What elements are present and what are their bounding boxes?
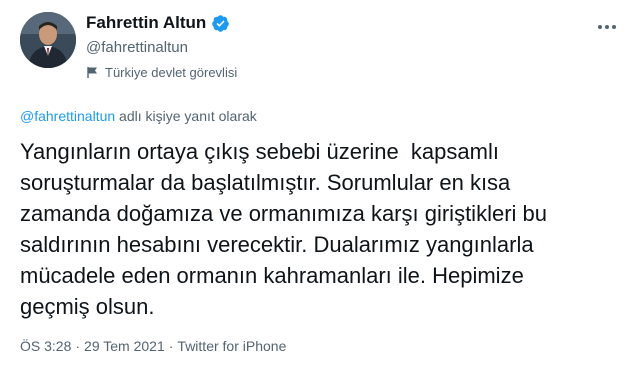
tweet-meta: ÖS 3:28 · 29 Tem 2021 · Twitter for iPhone	[20, 338, 286, 354]
user-handle[interactable]: @fahrettinaltun	[86, 39, 188, 56]
tweet-text-line: geçmiş olsun.	[20, 294, 155, 319]
reply-suffix: adlı kişiye yanıt olarak	[115, 108, 257, 124]
tweet-text-line: zamanda doğamıza ve ormanımıza karşı gir…	[20, 201, 547, 226]
tweet-text: Yangınların ortaya çıkış sebebi üzerine …	[20, 136, 620, 322]
tweet-source[interactable]: Twitter for iPhone	[177, 338, 286, 354]
meta-separator: ·	[75, 338, 81, 354]
flag-icon	[86, 66, 99, 79]
account-label: Türkiye devlet görevlisi	[86, 65, 237, 80]
tweet-text-line: saldırının hesabını verecektir. Dualarım…	[20, 232, 534, 257]
tweet-date[interactable]: 29 Tem 2021	[84, 338, 165, 354]
reply-mention-link[interactable]: @fahrettinaltun	[20, 108, 115, 124]
tweet-text-line: Yangınların ortaya çıkış sebebi üzerine …	[20, 139, 499, 164]
meta-separator: ·	[168, 338, 174, 354]
account-label-text: Türkiye devlet görevlisi	[105, 65, 238, 80]
more-options-icon[interactable]	[592, 16, 622, 38]
tweet-card: Fahrettin Altun @fahrettinaltun Türkiye …	[0, 0, 640, 366]
name-row: Fahrettin Altun	[86, 13, 230, 33]
reply-context: @fahrettinaltun adlı kişiye yanıt olarak	[20, 108, 257, 124]
tweet-text-line: soruşturmalar da başlatılmıştır. Sorumlu…	[20, 170, 511, 195]
tweet-time[interactable]: ÖS 3:28	[20, 338, 71, 354]
verified-badge-icon	[211, 14, 230, 33]
display-name[interactable]: Fahrettin Altun	[86, 13, 206, 33]
profile-photo-icon	[20, 12, 76, 68]
tweet-text-line: mücadele eden ormanın kahramanları ile. …	[20, 263, 524, 288]
avatar[interactable]	[20, 12, 76, 68]
